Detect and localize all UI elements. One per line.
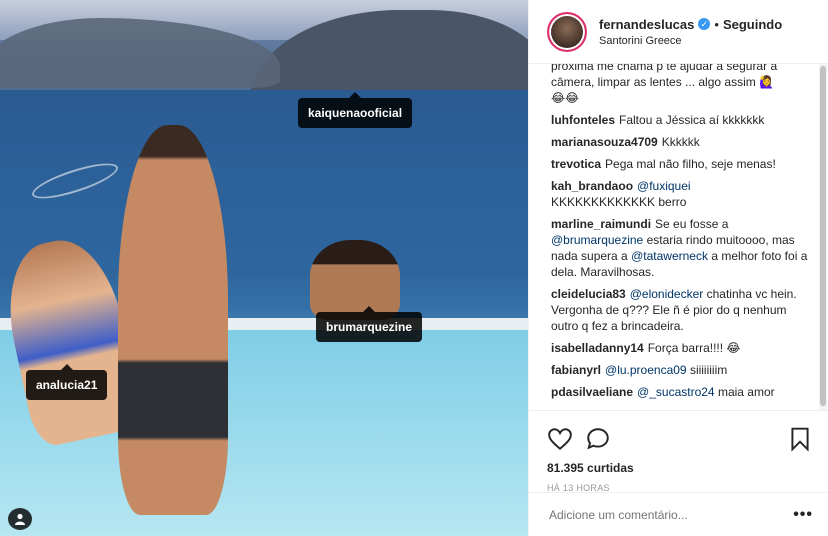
comment-item: pdasilvaeliane @_sucastro24 maia amor bbox=[551, 384, 813, 400]
photo-user-tag[interactable]: brumarquezine bbox=[316, 306, 423, 342]
comment-mention[interactable]: @fuxiquei bbox=[637, 179, 691, 193]
photo-user-tag[interactable]: kaiquenaooficial bbox=[298, 92, 413, 128]
comment-mention[interactable]: @_sucastro24 bbox=[637, 385, 715, 399]
comment-item: isabelladanny14 Força barra!!!! 😂 bbox=[551, 340, 813, 356]
post-photo[interactable]: kaiquenaooficial brumarquezine analucia2… bbox=[0, 0, 528, 536]
comment-item: cleidelucia83 @elonidecker chatinha vc he… bbox=[551, 286, 813, 334]
add-comment-bar: ••• bbox=[529, 492, 828, 536]
comment-username[interactable]: luhfonteles bbox=[551, 113, 615, 127]
comment-emoji: 😂😂 bbox=[551, 91, 580, 105]
photo-person bbox=[118, 125, 228, 515]
comment-text: Faltou a Jéssica aí kkkkkkk bbox=[619, 113, 765, 127]
comment-username[interactable]: marianasouza4709 bbox=[551, 135, 658, 149]
comment-text: maia amor bbox=[717, 385, 775, 399]
comment-item: luhfonteles Faltou a Jéssica aí kkkkkkk bbox=[551, 112, 813, 128]
comment-item: marianasouza4709 Kkkkkk bbox=[551, 134, 813, 150]
comment-text: próxima me chama p te ajudar a segurar a… bbox=[551, 64, 778, 89]
separator-dot: • bbox=[714, 16, 719, 32]
scrollbar-thumb[interactable] bbox=[820, 66, 826, 406]
more-options-button[interactable]: ••• bbox=[793, 506, 813, 524]
comment-item: kah_brandaoo @fuxiquei KKKKKKKKKKKKK berr… bbox=[551, 178, 813, 210]
comment-username[interactable]: pdasilvaeliane bbox=[551, 385, 633, 399]
comment-text: siiiiiiiim bbox=[689, 363, 728, 377]
comments-scrollbar[interactable] bbox=[819, 64, 827, 410]
avatar[interactable] bbox=[547, 11, 587, 52]
comment-input[interactable] bbox=[549, 507, 794, 522]
photo-person bbox=[310, 240, 400, 320]
follow-button[interactable]: Seguindo bbox=[723, 17, 782, 32]
post-author-username[interactable]: fernandeslucas bbox=[599, 17, 694, 32]
comment-username[interactable]: isabelladanny14 bbox=[551, 341, 644, 355]
person-icon bbox=[15, 513, 25, 525]
tagged-users-button[interactable] bbox=[8, 508, 32, 530]
verified-icon: ✓ bbox=[698, 18, 711, 30]
comment-mention[interactable]: @lu.proenca09 bbox=[605, 363, 687, 377]
post-actions: 81.395 curtidas HÁ 13 HORAS bbox=[529, 410, 828, 493]
comment-username[interactable]: kah_brandaoo bbox=[551, 179, 633, 193]
comment-username[interactable]: fabianyrl bbox=[551, 363, 601, 377]
comment-bubble-icon[interactable] bbox=[585, 426, 611, 452]
bookmark-icon[interactable] bbox=[787, 426, 813, 452]
likes-count[interactable]: 81.395 curtidas bbox=[547, 461, 813, 475]
comments-list[interactable]: próxima me chama p te ajudar a segurar a… bbox=[529, 64, 828, 410]
heart-icon[interactable] bbox=[547, 426, 573, 452]
comment-text: Kkkkkk bbox=[661, 135, 700, 149]
comment-mention[interactable]: @brumarquezine bbox=[551, 233, 643, 247]
comment-text: KKKKKKKKKKKKK berro bbox=[551, 195, 687, 209]
comment-username[interactable]: marline_raimundi bbox=[551, 217, 651, 231]
comment-item: próxima me chama p te ajudar a segurar a… bbox=[551, 64, 813, 106]
comment-username[interactable]: cleidelucia83 bbox=[551, 287, 626, 301]
post-side-panel: fernandeslucas ✓ • Seguindo Santorini Gr… bbox=[528, 0, 828, 536]
comment-item: fabianyrl @lu.proenca09 siiiiiiiim bbox=[551, 362, 813, 378]
comment-item: trevotica Pega mal não filho, seje menas! bbox=[551, 156, 813, 172]
comment-item: marline_raimundi Se eu fosse a @brumarque… bbox=[551, 216, 813, 280]
photo-user-tag[interactable]: analucia21 bbox=[26, 364, 108, 400]
post-header: fernandeslucas ✓ • Seguindo Santorini Gr… bbox=[529, 0, 828, 64]
comment-mention[interactable]: @tatawerneck bbox=[631, 249, 708, 263]
comment-username[interactable]: trevotica bbox=[551, 157, 601, 171]
comment-text: Força barra!!!! 😂 bbox=[647, 341, 741, 355]
post-location[interactable]: Santorini Greece bbox=[599, 35, 782, 47]
comment-mention[interactable]: @elonidecker bbox=[630, 287, 704, 301]
comment-text: Pega mal não filho, seje menas! bbox=[605, 157, 776, 171]
comment-text: Se eu fosse a bbox=[655, 217, 729, 231]
